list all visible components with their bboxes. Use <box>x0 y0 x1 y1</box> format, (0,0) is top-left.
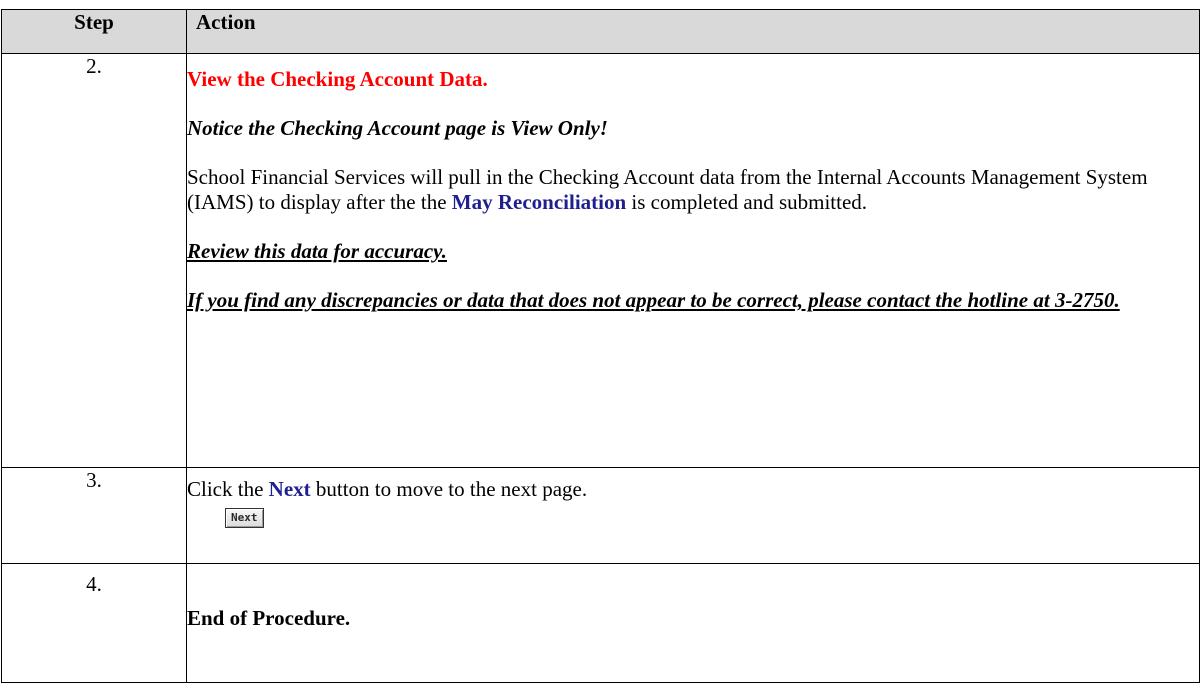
procedure-table: Step Action 2. View the Checking Account… <box>1 9 1200 683</box>
review-instruction: Review this data for accuracy. <box>187 239 447 263</box>
view-only-notice: Notice the Checking Account page is View… <box>187 116 608 140</box>
step-column-header: Step <box>1 9 187 54</box>
end-of-procedure: End of Procedure. <box>187 606 351 630</box>
procedure-row-4: 4. End of Procedure. <box>1 563 1200 683</box>
next-keyword: Next <box>268 477 311 501</box>
instruction-text: Click the <box>187 477 269 501</box>
step-title: View the Checking Account Data. <box>187 67 488 91</box>
step-number: 2. <box>1 53 187 468</box>
instruction-text-end: button to move to the next page. <box>310 477 588 501</box>
description-text-end: is completed and submitted. <box>626 190 868 214</box>
action-column-header: Action <box>186 9 1200 54</box>
procedure-row-3: 3. Click the Next button to move to the … <box>1 467 1200 564</box>
hotline-instruction: If you find any discrepancies or data th… <box>187 288 1120 312</box>
action-cell: End of Procedure. <box>186 563 1200 683</box>
next-instruction: Click the Next button to move to the nex… <box>187 477 1199 502</box>
may-reconciliation-keyword: May Reconciliation <box>451 190 627 214</box>
action-cell: View the Checking Account Data. Notice t… <box>186 53 1200 468</box>
step-number: 4. <box>1 563 187 683</box>
header-row: Step Action <box>1 9 1200 54</box>
step-description: School Financial Services will pull in t… <box>187 165 1199 215</box>
step-number: 3. <box>1 467 187 564</box>
action-cell: Click the Next button to move to the nex… <box>186 467 1200 564</box>
procedure-row-2: 2. View the Checking Account Data. Notic… <box>1 53 1200 468</box>
next-button[interactable]: Next <box>225 508 264 528</box>
